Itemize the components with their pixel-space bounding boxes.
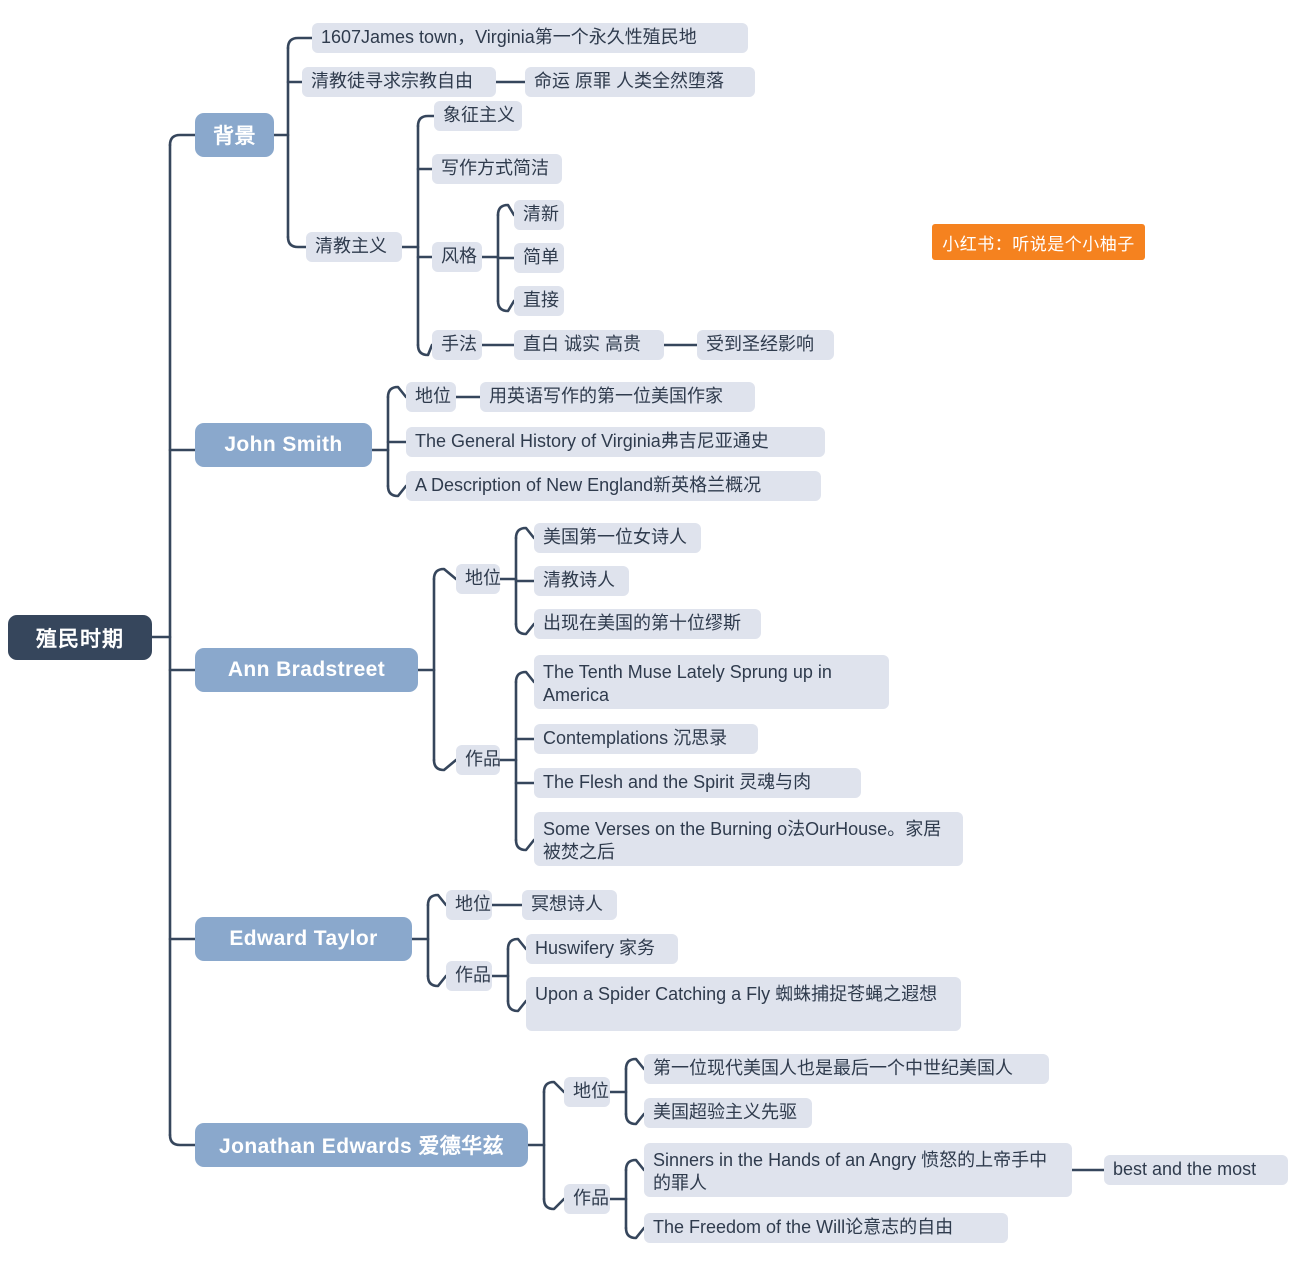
leaf-ab-contemplations[interactable]: Contemplations 沉思录 <box>534 724 758 754</box>
leaf-ab-flesh-and-spirit[interactable]: The Flesh and the Spirit 灵魂与肉 <box>534 768 861 798</box>
leaf-label: 写作方式简洁 <box>441 158 549 179</box>
leaf-bible-influence[interactable]: 受到圣经影响 <box>697 330 834 360</box>
branch-label: 背景 <box>213 125 256 148</box>
leaf-je-first-modern-american[interactable]: 第一位现代美国人也是最后一个中世纪美国人 <box>644 1054 1049 1084</box>
leaf-ab-tenth-muse-book[interactable]: The Tenth Muse Lately Sprung up in Ameri… <box>534 655 889 709</box>
leaf-et-huswifery[interactable]: Huswifery 家务 <box>526 934 678 964</box>
leaf-label: 简单 <box>523 247 559 268</box>
leaf-js-status[interactable]: 地位 <box>406 382 456 412</box>
branch-label: Jonathan Edwards 爱德华兹 <box>219 1135 504 1158</box>
watermark-label: 小红书：听说是个小柚子 <box>942 234 1135 254</box>
leaf-label: 直白 诚实 高贵 <box>523 334 642 355</box>
branch-node-jonathan-edwards[interactable]: Jonathan Edwards 爱德华兹 <box>195 1123 528 1167</box>
leaf-label: 美国第一位女诗人 <box>543 527 687 548</box>
leaf-label: 命运 原罪 人类全然堕落 <box>534 71 725 92</box>
leaf-js-general-history[interactable]: The General History of Virginia弗吉尼亚通史 <box>406 427 825 457</box>
group-label: 作品 <box>465 749 501 770</box>
root-node[interactable]: 殖民时期 <box>8 615 152 660</box>
leaf-et-meditative-poet[interactable]: 冥想诗人 <box>522 890 617 920</box>
leaf-direct[interactable]: 直接 <box>514 286 564 316</box>
leaf-ab-puritan-poet[interactable]: 清教诗人 <box>534 566 629 596</box>
leaf-technique[interactable]: 手法 <box>432 330 482 360</box>
leaf-ab-first-female-poet[interactable]: 美国第一位女诗人 <box>534 523 701 553</box>
leaf-label: 第一位现代美国人也是最后一个中世纪美国人 <box>653 1058 1013 1079</box>
group-label: 地位 <box>465 568 501 589</box>
leaf-label: Some Verses on the Burning o法OurHouse。家居… <box>543 819 942 863</box>
group-label: 地位 <box>573 1081 609 1102</box>
leaf-label: 清教主义 <box>315 236 387 257</box>
group-ab-works[interactable]: 作品 <box>456 745 501 775</box>
leaf-label: 1607James town，Virginia第一个永久性殖民地 <box>321 27 697 48</box>
leaf-je-best-and-the-most[interactable]: best and the most <box>1104 1155 1288 1185</box>
leaf-fate-sin-depravity[interactable]: 命运 原罪 人类全然堕落 <box>525 67 755 97</box>
leaf-label: 直接 <box>523 290 559 311</box>
leaf-label: 美国超验主义先驱 <box>653 1102 797 1123</box>
branch-node-background[interactable]: 背景 <box>195 113 274 157</box>
leaf-label: best and the most <box>1113 1159 1257 1180</box>
leaf-puritanism[interactable]: 清教主义 <box>306 232 402 262</box>
branch-node-ann-bradstreet[interactable]: Ann Bradstreet <box>195 648 418 692</box>
leaf-label: 风格 <box>441 246 477 267</box>
leaf-label: 地位 <box>415 386 451 407</box>
group-et-status[interactable]: 地位 <box>446 890 492 920</box>
leaf-label: Huswifery 家务 <box>535 938 656 959</box>
group-je-status[interactable]: 地位 <box>564 1077 610 1107</box>
mindmap-canvas: 殖民时期 小红书：听说是个小柚子 背景 1607James town，Virgi… <box>0 0 1312 1280</box>
leaf-label: The Tenth Muse Lately Sprung up in Ameri… <box>543 662 832 706</box>
connector-lines <box>150 36 1106 1240</box>
leaf-label: 清新 <box>523 204 559 225</box>
branch-label: John Smith <box>224 433 343 456</box>
leaf-puritans-seek-freedom[interactable]: 清教徒寻求宗教自由 <box>302 67 496 97</box>
watermark-badge: 小红书：听说是个小柚子 <box>932 224 1145 260</box>
branch-node-john-smith[interactable]: John Smith <box>195 423 372 467</box>
leaf-ab-burning-of-our-house[interactable]: Some Verses on the Burning o法OurHouse。家居… <box>534 812 963 866</box>
group-je-works[interactable]: 作品 <box>564 1184 610 1214</box>
leaf-label: The Freedom of the Will论意志的自由 <box>653 1217 954 1238</box>
leaf-label: 清教徒寻求宗教自由 <box>311 71 473 92</box>
leaf-je-freedom-of-the-will[interactable]: The Freedom of the Will论意志的自由 <box>644 1213 1008 1243</box>
leaf-label: 象征主义 <box>443 105 515 126</box>
leaf-jamestown[interactable]: 1607James town，Virginia第一个永久性殖民地 <box>312 23 748 53</box>
leaf-label: The Flesh and the Spirit 灵魂与肉 <box>543 772 812 793</box>
leaf-js-first-english-writer[interactable]: 用英语写作的第一位美国作家 <box>480 382 755 412</box>
leaf-label: 受到圣经影响 <box>706 334 814 355</box>
leaf-label: 手法 <box>441 334 477 355</box>
leaf-fresh[interactable]: 清新 <box>514 200 564 230</box>
leaf-label: 冥想诗人 <box>531 894 603 915</box>
leaf-label: The General History of Virginia弗吉尼亚通史 <box>415 431 769 452</box>
leaf-label: 清教诗人 <box>543 570 615 591</box>
branch-label: Ann Bradstreet <box>227 658 386 681</box>
leaf-concise-writing[interactable]: 写作方式简洁 <box>432 154 562 184</box>
leaf-style[interactable]: 风格 <box>432 242 482 272</box>
branch-node-edward-taylor[interactable]: Edward Taylor <box>195 917 412 961</box>
leaf-je-sinners-angry-god[interactable]: Sinners in the Hands of an Angry 愤怒的上帝手中… <box>644 1143 1072 1197</box>
branch-label: Edward Taylor <box>229 927 378 950</box>
leaf-je-transcendentalism-pioneer[interactable]: 美国超验主义先驱 <box>644 1098 812 1128</box>
group-label: 作品 <box>573 1188 609 1209</box>
leaf-label: Upon a Spider Catching a Fly 蜘蛛捕捉苍蝇之遐想 <box>535 984 938 1004</box>
leaf-label: 用英语写作的第一位美国作家 <box>489 386 723 407</box>
leaf-simple[interactable]: 简单 <box>514 243 564 273</box>
group-label: 地位 <box>455 894 491 915</box>
leaf-symbolism[interactable]: 象征主义 <box>434 101 522 131</box>
leaf-js-new-england[interactable]: A Description of New England新英格兰概况 <box>406 471 821 501</box>
leaf-label: Contemplations 沉思录 <box>543 728 728 749</box>
leaf-et-spider-catching-fly[interactable]: Upon a Spider Catching a Fly 蜘蛛捕捉苍蝇之遐想 <box>526 977 961 1031</box>
group-label: 作品 <box>455 965 491 986</box>
leaf-label: A Description of New England新英格兰概况 <box>415 475 762 496</box>
leaf-label: Sinners in the Hands of an Angry 愤怒的上帝手中… <box>653 1150 1048 1194</box>
group-ab-status[interactable]: 地位 <box>456 564 501 594</box>
leaf-label: 出现在美国的第十位缪斯 <box>543 613 741 634</box>
leaf-plain-honest-noble[interactable]: 直白 诚实 高贵 <box>514 330 664 360</box>
group-et-works[interactable]: 作品 <box>446 961 492 991</box>
root-node-label: 殖民时期 <box>36 627 124 651</box>
leaf-ab-tenth-muse-america[interactable]: 出现在美国的第十位缪斯 <box>534 609 761 639</box>
